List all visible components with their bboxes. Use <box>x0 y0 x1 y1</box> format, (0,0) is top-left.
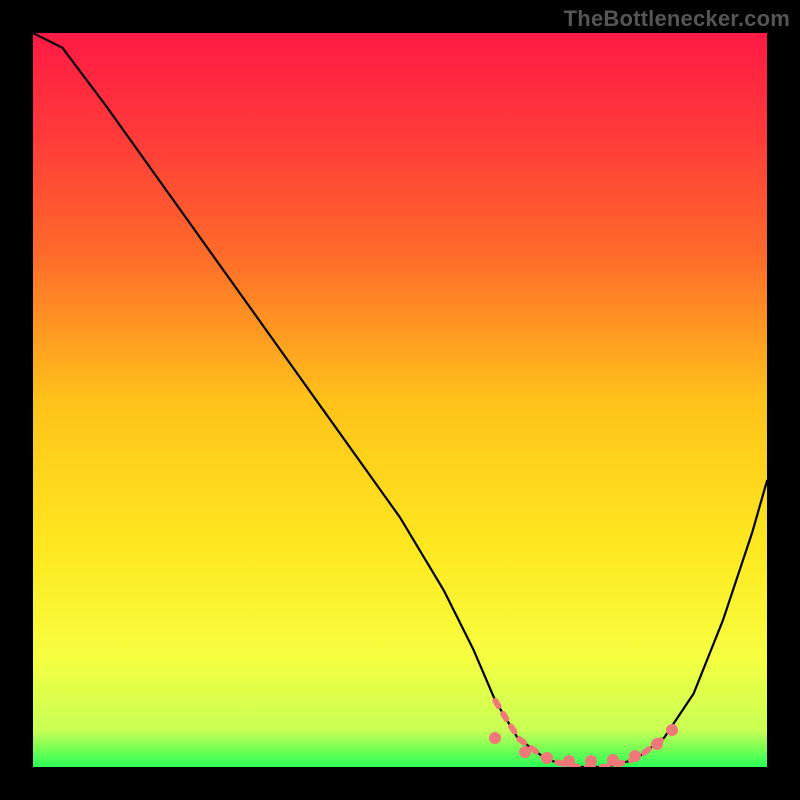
curve-marker <box>629 750 641 762</box>
curve-marker <box>541 752 553 764</box>
curve-marker <box>651 738 663 750</box>
marker-layer <box>33 33 767 767</box>
chart-frame: TheBottlenecker.com <box>0 0 800 800</box>
plot-inner <box>33 33 767 767</box>
curve-marker <box>666 724 678 736</box>
watermark-text: TheBottlenecker.com <box>564 6 790 32</box>
curve-marker <box>489 732 501 744</box>
curve-marker <box>607 754 619 766</box>
plot-area <box>33 33 767 767</box>
curve-marker <box>519 746 531 758</box>
curve-marker <box>563 755 575 767</box>
curve-marker <box>585 755 597 767</box>
